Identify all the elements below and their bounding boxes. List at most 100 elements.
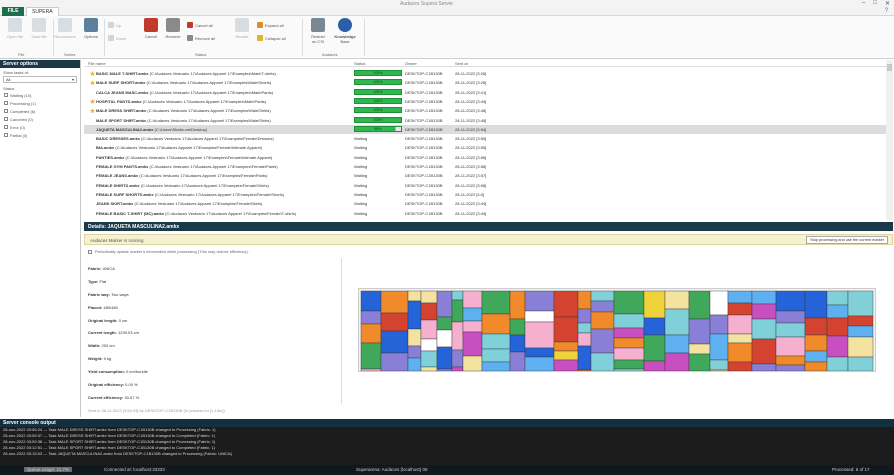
ribbon-tabs: FILE SUPERA ? [0,7,894,16]
task-row[interactable]: FEMALE SHIRTS.amkx (C:\Audaces Vestuario… [84,181,886,190]
task-owner: DESKTOP-C1B130B [405,191,443,197]
task-row[interactable]: BASIC MALE T-SHIRT.amkx (C:\Audaces Vest… [84,69,886,78]
status-filter-item[interactable]: Partial (0) [0,131,80,139]
task-file-name: BIA.amkx (C:\Audaces Vestuario 17\Audace… [96,145,263,151]
close-icon[interactable]: ✕ [885,0,890,7]
open-file-button[interactable]: Open file [2,18,28,39]
task-row[interactable]: FEMALE JEANS.amkx (C:\Audaces Vestuario … [84,171,886,180]
task-row[interactable]: BASIC DRESSES.amkx (C:\Audaces Vestuario… [84,134,886,143]
running-banner: Audaces Marker is running Stop processin… [84,234,893,245]
marker-info-field: Original length: 0 cm [88,317,128,323]
minimize-icon[interactable]: – [862,0,865,7]
task-file-name: CALCA JEANS MASC.amkx (C:\Audaces Vestua… [96,89,274,95]
star-icon [90,80,95,86]
restrict-button[interactable]: Restrict on CSI [305,18,331,44]
save-file-button[interactable]: Save file [26,18,52,39]
options-button[interactable]: Options [78,18,104,39]
status-filter-item[interactable]: Completed (6) [0,107,80,115]
down-button[interactable]: Down [108,35,126,41]
scroll-thumb[interactable] [887,64,892,71]
task-row[interactable]: CALCA JEANS MASC.amkx (C:\Audaces Vestua… [84,88,886,97]
restart-button[interactable]: Restart [229,18,255,39]
cancel-all-icon [187,22,193,28]
task-row[interactable]: MALE SPORT SHIRT.amkx (C:\Audaces Vestua… [84,116,886,125]
maximize-icon[interactable]: □ [873,0,877,7]
column-file-name[interactable]: File name [88,61,106,66]
task-row[interactable]: FEMALE GYM PANTS.amkx (C:\Audaces Vestua… [84,162,886,171]
reconsume-button[interactable]: Reconsume [50,18,80,39]
arrow-up-icon [108,22,114,28]
console-line: 28-nov-2022 03:15:03 --- Task JAQUETA MA… [3,451,232,456]
tab-file[interactable]: FILE [2,7,24,16]
help-icon[interactable]: ? [885,8,888,14]
remove-button[interactable]: Remove [160,18,186,39]
marker-info-field: Weight: 0 kg [88,356,112,362]
column-status[interactable]: Status [354,61,365,66]
status-filter-item[interactable]: Canceled (0) [0,115,80,123]
status-group-label: Status [195,52,207,57]
task-status: Waiting [354,173,368,179]
marker-info-field: Yield consumption: 0 cm/bundle [88,369,148,375]
task-row[interactable]: PANTIES.amkx (C:\Audaces Vestuario 17\Au… [84,153,886,162]
column-owner[interactable]: Owner [405,61,417,66]
checkbox-icon[interactable] [88,249,92,254]
checkbox-icon[interactable] [4,109,8,113]
checkbox-icon[interactable] [4,117,8,121]
console-output: 28-nov-2022 03:56:24 --- Task MALE DRESS… [0,427,894,457]
periodic-update-checkbox[interactable]: Periodically update marker's information… [88,249,249,254]
task-row[interactable]: HOSPITAL PANTS.amkx (C:\Audaces Vestuari… [84,97,886,106]
remove-all-button[interactable]: Remove all [187,35,215,41]
progress-bar: 100% [354,79,402,86]
task-status: Waiting [354,154,368,160]
knowledge-base-button[interactable]: Knowledge Base [330,18,360,44]
task-owner: DESKTOP-C1B130B [405,164,443,169]
marker-info-field: Type: Flat [88,278,107,284]
marker-info-field: Fabric: UNICA [88,266,115,271]
cancel-all-button[interactable]: Cancel all [187,22,213,28]
task-row[interactable]: BIA.amkx (C:\Audaces Vestuario 17\Audace… [84,143,886,152]
task-sent-at: 28-11-2022 [3:44] [455,98,487,104]
task-row[interactable]: MALE SURF SHORT.amkx (C:\Audaces Vestuar… [84,78,886,87]
status-filter-item[interactable]: Error (0) [0,123,80,131]
task-owner: DESKTOP-C1B130B [405,117,443,123]
title-bar: Audaces Supera Server – □ ✕ [0,0,894,7]
divider [302,19,303,56]
column-sent-at[interactable]: Sent at [455,61,468,66]
audaces-group-label: Audaces [322,52,338,57]
task-owner: DESKTOP-C1B130B [405,71,443,76]
task-row[interactable]: FEMALE SURF SHORTS.amkx (C:\Audaces Vest… [84,190,886,199]
queue-usage: Queue usage: 11.7% [24,467,72,472]
up-button[interactable]: Up [108,22,121,28]
collapse-all-button[interactable]: Collapse all [257,35,286,41]
marker-info-field: Original efficiency: 0.00 % [88,382,138,388]
checkbox-icon[interactable] [4,125,8,129]
task-status: Waiting [354,191,368,197]
task-list-scrollbar[interactable] [886,60,893,220]
checkbox-icon[interactable] [4,101,8,105]
show-tasks-select[interactable]: All ▾ [3,76,77,83]
task-sent-at: 28-11-2022 [3:26] [455,71,487,76]
star-icon [90,98,95,104]
server-options-panel: Server options Show tasks of: All ▾ Statu… [0,60,81,417]
checkbox-icon[interactable] [4,133,8,137]
show-tasks-label: Show tasks of: [3,70,30,75]
task-row[interactable]: MALE DRESS SHIRT.amkx (C:\Audaces Vestua… [84,106,886,115]
status-filter-item[interactable]: Processing (1) [0,99,80,107]
marker-info-field: Placed: 480/480 [88,304,118,310]
task-file-name: MALE SURF SHORT.amkx (C:\Audaces Vestuar… [96,80,272,86]
tools-icon [84,18,98,32]
task-row[interactable]: JEANS SKIRT.amkx (C:\Audaces Vestuario 1… [84,199,886,208]
task-row[interactable]: FEMALE BASIC T-SHIRT (MC).amkx (C:\Audac… [84,209,886,218]
progress-bar: 100% [354,107,402,114]
task-sent-at: 28-11-2022 [3:56] [455,164,487,169]
task-owner: DESKTOP-C1B130B [405,126,443,132]
task-sent-at: 28-11-2022 [3:55] [455,145,487,151]
checkbox-icon[interactable] [4,93,8,97]
tab-supera[interactable]: SUPERA [26,7,59,16]
task-row[interactable]: JAQUETA MASCULINA2.amkx (C:\Users\Sheila… [84,124,886,134]
status-filter-item[interactable]: Waiting (10) [0,91,80,99]
task-file-name: JAQUETA MASCULINA2.amkx (C:\Users\Sheila… [96,126,208,132]
expand-all-button[interactable]: Expand all [257,22,284,28]
task-status: Waiting [354,136,368,142]
stop-processing-button[interactable]: Stop processing and use the current mark… [806,236,888,244]
